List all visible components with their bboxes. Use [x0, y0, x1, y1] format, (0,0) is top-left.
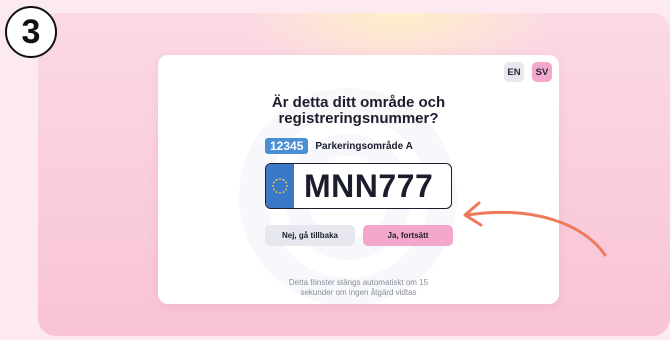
language-en-button[interactable]: EN [504, 62, 524, 82]
eu-star [273, 188, 275, 191]
plate-eu-band [266, 164, 294, 208]
eu-stars-icon [272, 178, 288, 194]
eu-star [275, 179, 278, 181]
eu-star [279, 192, 281, 194]
confirmation-dialog: EN SV Är detta ditt område och registrer… [158, 55, 559, 304]
language-sv-button[interactable]: SV [532, 62, 552, 82]
continue-button[interactable]: Ja, fortsätt [363, 225, 453, 246]
plate-number: MNN777 [304, 168, 434, 204]
go-back-button[interactable]: Nej, gå tillbaka [265, 225, 355, 246]
zone-name: Parkeringsområde A [315, 140, 413, 152]
auto-close-notice: Detta fönster stängs automatiskt om 15 s… [158, 278, 559, 298]
eu-star [285, 181, 287, 184]
eu-star [272, 185, 274, 187]
eu-star [275, 191, 278, 193]
eu-star [282, 179, 285, 181]
auto-close-notice-line-1: Detta fönster stängs automatiskt om 15 [288, 278, 429, 287]
license-plate: MNN777 [265, 163, 452, 209]
step-number-badge: 3 [5, 6, 57, 58]
auto-close-notice-line-2: sekunder om ingen åtgärd vidtas [300, 288, 417, 297]
eu-star [279, 178, 281, 180]
eu-star [286, 185, 288, 187]
eu-star [285, 188, 287, 191]
eu-star [273, 181, 275, 184]
dialog-title-line-1: Är detta ditt område och [271, 94, 446, 111]
zone-code-badge: 12345 [265, 138, 309, 154]
curved-arrow-icon [463, 201, 607, 257]
eu-star [282, 191, 285, 193]
dialog-title: Är detta ditt område och registreringsnu… [158, 95, 559, 127]
parking-zone: 12345 Parkeringsområde A [265, 138, 413, 154]
dialog-title-line-2: registreringsnummer? [278, 110, 439, 127]
